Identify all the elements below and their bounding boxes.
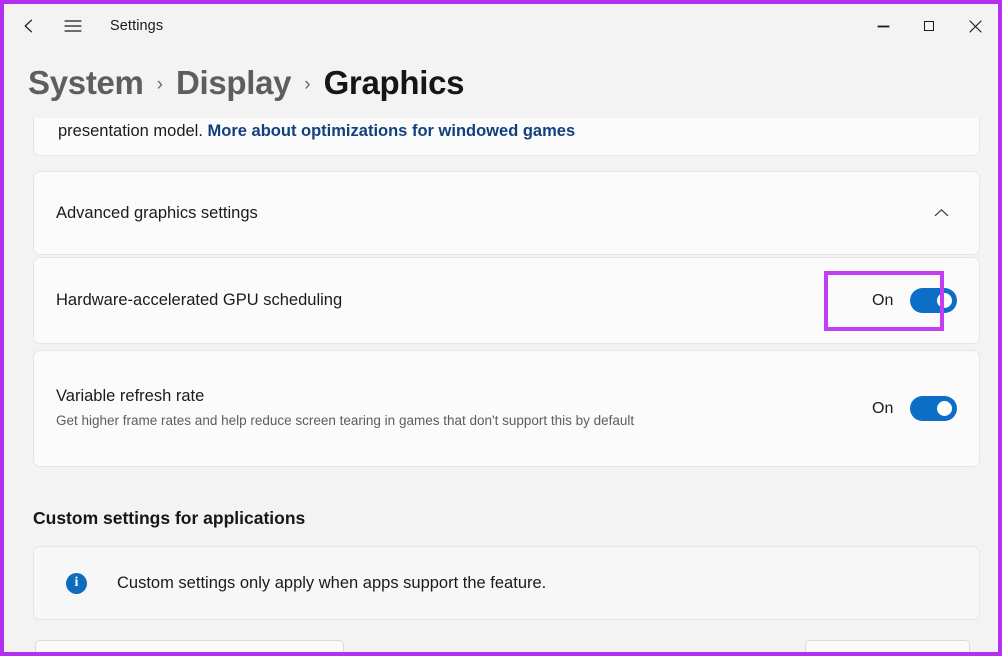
breadcrumb-item-system[interactable]: System (28, 64, 144, 102)
filter-by-dropdown[interactable]: All apps (805, 640, 970, 652)
advanced-graphics-settings-label: Advanced graphics settings (56, 204, 925, 223)
vrr-title: Variable refresh rate (56, 385, 854, 408)
title-bar: Settings (4, 4, 998, 48)
windowed-games-text: presentation model. More about optimizat… (58, 122, 575, 155)
search-input[interactable]: Search this list (35, 640, 344, 652)
hamburger-menu-icon[interactable] (54, 10, 92, 42)
close-icon (969, 20, 982, 33)
hwgpu-toggle-group: On (872, 288, 957, 313)
breadcrumb: System › Display › Graphics (4, 52, 998, 114)
hwgpu-toggle-switch[interactable] (910, 288, 957, 313)
hwgpu-toggle-knob (937, 293, 952, 308)
variable-refresh-rate-row: Variable refresh rate Get higher frame r… (33, 350, 980, 467)
hwgpu-text-block: Hardware-accelerated GPU scheduling (56, 289, 872, 312)
custom-settings-info-text: Custom settings only apply when apps sup… (117, 574, 546, 593)
windowed-games-card: presentation model. More about optimizat… (33, 118, 980, 156)
minimize-button[interactable] (860, 4, 906, 48)
breadcrumb-item-graphics: Graphics (324, 64, 465, 102)
windowed-games-static-text: presentation model. (58, 122, 203, 140)
minimize-icon (878, 26, 889, 27)
custom-settings-heading: Custom settings for applications (33, 508, 305, 529)
breadcrumb-separator: › (304, 74, 310, 96)
advanced-graphics-settings-expander[interactable]: Advanced graphics settings (33, 171, 980, 255)
settings-content-scroll-region[interactable]: presentation model. More about optimizat… (4, 118, 998, 652)
vrr-toggle-knob (937, 401, 952, 416)
close-button[interactable] (952, 4, 998, 48)
hwgpu-title: Hardware-accelerated GPU scheduling (56, 289, 854, 312)
maximize-button[interactable] (906, 4, 952, 48)
hardware-accelerated-gpu-scheduling-row: Hardware-accelerated GPU scheduling On (33, 257, 980, 344)
breadcrumb-separator: › (157, 74, 163, 96)
search-icon (313, 651, 330, 652)
vrr-description: Get higher frame rates and help reduce s… (56, 410, 846, 432)
info-icon: i (66, 573, 87, 594)
app-list-filter-bar: Search this list Filter by: All apps (4, 632, 998, 652)
vrr-text-block: Variable refresh rate Get higher frame r… (56, 385, 872, 432)
settings-window: Settings System › Display › Graphics (0, 0, 1002, 656)
more-about-optimizations-link[interactable]: More about optimizations for windowed ga… (208, 122, 576, 140)
vrr-toggle-group: On (872, 396, 957, 421)
back-button[interactable] (10, 10, 48, 42)
maximize-icon (924, 21, 934, 31)
custom-settings-info-bar: i Custom settings only apply when apps s… (33, 546, 980, 620)
window-title: Settings (110, 18, 163, 34)
filter-by-group: Filter by: All apps (732, 640, 970, 652)
caption-button-group (860, 4, 998, 48)
vrr-toggle-state-label: On (872, 400, 896, 418)
breadcrumb-item-display[interactable]: Display (176, 64, 291, 102)
hwgpu-toggle-state-label: On (872, 292, 896, 310)
vrr-toggle-switch[interactable] (910, 396, 957, 421)
chevron-up-icon[interactable] (925, 197, 957, 229)
